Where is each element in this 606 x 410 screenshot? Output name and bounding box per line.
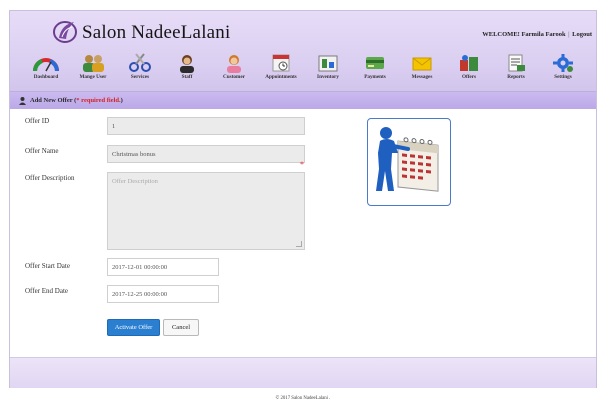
- offer-end-date-field[interactable]: 2017-12-25 00:00:00: [107, 285, 219, 303]
- nav-item-dashboard[interactable]: Dashboard: [21, 52, 71, 89]
- offer-id-field[interactable]: 1: [107, 117, 305, 135]
- nav-item-payments[interactable]: Payments: [350, 52, 400, 89]
- offer-description-textarea[interactable]: Offer Description: [107, 172, 305, 250]
- welcome-text: WELCOME! Farmila Farook: [482, 31, 566, 38]
- offer-illustration: [367, 118, 451, 206]
- required-star: *: [300, 160, 304, 169]
- payments-icon: [366, 57, 384, 69]
- envelope-icon: [412, 57, 432, 71]
- staff-icon: [180, 55, 194, 73]
- logo-icon: [53, 21, 77, 43]
- title-paren-close: ): [120, 97, 123, 104]
- nav-label: Reports: [507, 74, 525, 80]
- nav-label: Customer: [223, 74, 245, 80]
- reports-icon: [508, 54, 525, 72]
- nav-item-offers[interactable]: Offers: [444, 52, 494, 89]
- scissors-icon: [129, 53, 151, 72]
- nav-item-appointments[interactable]: Appointments: [256, 52, 306, 89]
- nav-item-inventory[interactable]: Inventory: [303, 52, 353, 89]
- app-frame: Salon NadeeLalani WELCOME! Farmila Faroo…: [9, 10, 597, 388]
- welcome-area: WELCOME! Farmila Farook | Logout: [482, 31, 592, 38]
- nav-label: Dashboard: [33, 74, 59, 80]
- footer-copyright: © 2017 Salon NadeeLalani .: [275, 396, 331, 401]
- nav-item-reports[interactable]: Reports: [491, 52, 541, 89]
- add-offer-form: Offer ID 1 Offer Name Christmas bonus * …: [10, 109, 596, 357]
- app-title: Salon NadeeLalani: [82, 22, 231, 43]
- footer-band: [10, 357, 596, 388]
- page-title-bar: Add New Offer (* required field.): [10, 92, 596, 109]
- nav-label: Payments: [364, 74, 386, 80]
- user-icon: [19, 97, 26, 105]
- page-title-text: Add New Offer: [30, 97, 73, 104]
- offer-name-label: Offer Name: [25, 147, 59, 155]
- cancel-button[interactable]: Cancel: [163, 319, 199, 336]
- offer-start-date-field[interactable]: 2017-12-01 00:00:00: [107, 258, 219, 276]
- offers-icon: [460, 55, 478, 71]
- offer-description-label: Offer Description: [25, 174, 75, 182]
- offer-start-date-label: Offer Start Date: [25, 262, 70, 270]
- main-nav: Dashboard Mange User Services Staff Cust…: [10, 52, 596, 89]
- nav-item-settings[interactable]: Settings: [538, 52, 588, 89]
- activate-offer-button[interactable]: Activate Offer: [107, 319, 160, 336]
- nav-label: Mange User: [79, 74, 107, 80]
- nav-item-messages[interactable]: Messages: [397, 52, 447, 89]
- logout-link[interactable]: Logout: [572, 31, 592, 38]
- offer-end-date-label: Offer End Date: [25, 287, 69, 295]
- gear-icon: [553, 54, 573, 72]
- resize-handle-icon[interactable]: [296, 241, 302, 247]
- offer-name-field[interactable]: Christmas bonus: [107, 145, 305, 163]
- inventory-icon: [318, 55, 338, 72]
- nav-item-customer[interactable]: Customer: [209, 52, 259, 89]
- nav-item-manage-user[interactable]: Mange User: [68, 52, 118, 89]
- welcome-separator: |: [568, 31, 570, 38]
- nav-item-staff[interactable]: Staff: [162, 52, 212, 89]
- nav-label: Settings: [554, 74, 572, 80]
- page-title: Add New Offer (* required field.): [30, 97, 123, 104]
- header: Salon NadeeLalani WELCOME! Farmila Faroo…: [10, 11, 596, 92]
- description-placeholder: Offer Description: [112, 178, 158, 185]
- nav-label: Services: [130, 74, 150, 80]
- users-icon: [83, 55, 104, 72]
- nav-label: Appointments: [265, 74, 297, 80]
- calendar-clock-icon: [272, 54, 290, 72]
- offer-id-label: Offer ID: [25, 117, 50, 125]
- nav-item-services[interactable]: Services: [115, 52, 165, 89]
- nav-label: Offers: [461, 74, 477, 80]
- required-note: * required field.: [76, 97, 121, 104]
- calendar-person-icon: [376, 127, 439, 192]
- nav-label: Inventory: [317, 74, 339, 80]
- nav-label: Staff: [181, 74, 193, 80]
- customer-icon: [227, 55, 241, 73]
- nav-label: Messages: [411, 74, 433, 80]
- dashboard-icon: [33, 58, 59, 72]
